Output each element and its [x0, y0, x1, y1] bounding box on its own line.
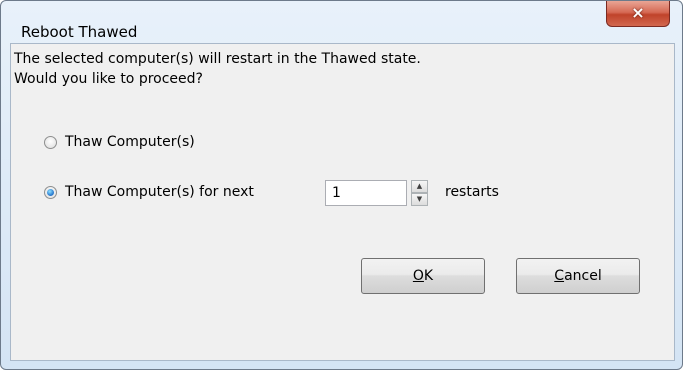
- option-thaw-computers[interactable]: Thaw Computer(s): [44, 134, 195, 150]
- cancel-button[interactable]: Cancel: [516, 258, 640, 294]
- cancel-label-rest: ancel: [564, 268, 602, 284]
- restarts-suffix-label: restarts: [445, 184, 499, 200]
- dialog-title: Reboot Thawed: [21, 23, 138, 41]
- ok-label-rest: K: [423, 268, 434, 284]
- message-line-2: Would you like to proceed?: [14, 71, 203, 87]
- spin-down-button[interactable]: ▼: [411, 193, 428, 206]
- arrow-up-icon: ▲: [416, 182, 423, 190]
- ok-button[interactable]: OK: [361, 258, 485, 294]
- message-line-1: The selected computer(s) will restart in…: [14, 51, 421, 67]
- arrow-down-icon: ▼: [416, 195, 423, 203]
- close-icon: ×: [631, 3, 645, 22]
- ok-mnemonic: O: [412, 268, 424, 284]
- cancel-mnemonic: C: [554, 268, 565, 284]
- restarts-count-input[interactable]: [325, 180, 407, 206]
- restarts-spinner: ▲ ▼: [411, 180, 428, 206]
- close-button[interactable]: ×: [606, 1, 670, 27]
- radio-label-thaw-for-next[interactable]: Thaw Computer(s) for next: [65, 184, 254, 200]
- option-thaw-for-next[interactable]: Thaw Computer(s) for next: [44, 184, 254, 200]
- message-text: The selected computer(s) will restart in…: [14, 49, 421, 89]
- spin-up-button[interactable]: ▲: [411, 180, 428, 193]
- radio-thaw-computers[interactable]: [44, 135, 57, 149]
- radio-label-thaw-computers[interactable]: Thaw Computer(s): [65, 134, 195, 150]
- radio-thaw-for-next[interactable]: [44, 185, 57, 199]
- title-bar[interactable]: Reboot Thawed ×: [1, 1, 682, 43]
